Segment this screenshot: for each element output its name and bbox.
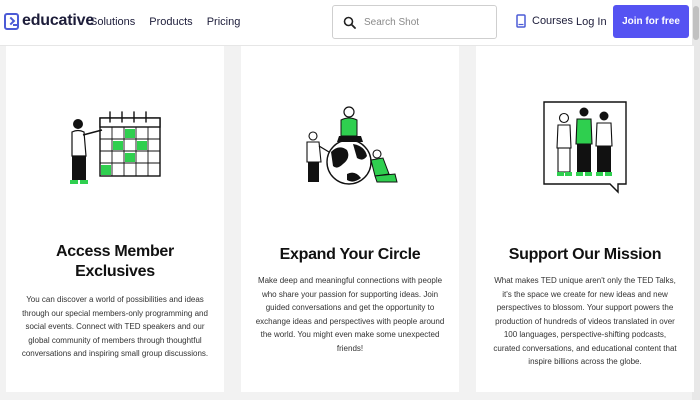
card-title-line-1: Access Member <box>56 243 174 260</box>
card-title: Support Our Mission <box>508 246 662 263</box>
card-description: Make deep and meaningful connections wit… <box>255 276 445 353</box>
calendar-illustration-icon <box>70 111 161 184</box>
card-title-line-2: Exclusives <box>75 263 155 280</box>
join-for-free-button[interactable]: Join for free <box>613 5 689 38</box>
globe-illustration-icon <box>306 106 398 185</box>
card-title: Expand Your Circle <box>279 246 421 263</box>
search-icon <box>343 16 356 29</box>
card-description: What makes TED unique aren't only the TE… <box>493 276 677 366</box>
search-input[interactable] <box>364 16 484 28</box>
top-nav-bar: educative Solutions Products Pricing Cou… <box>0 0 700 46</box>
logo[interactable]: educative <box>4 12 94 30</box>
login-link[interactable]: Log In <box>576 16 607 28</box>
card-description: You can discover a world of possibilitie… <box>21 295 209 358</box>
scrollbar-thumb[interactable] <box>693 6 699 40</box>
book-icon <box>516 14 526 28</box>
speech-bubble-illustration-icon <box>543 101 627 194</box>
card-expand-your-circle: Expand Your Circle Make deep and meaning… <box>241 46 459 392</box>
nav-pricing[interactable]: Pricing <box>207 16 241 28</box>
card-support-our-mission: Support Our Mission What makes TED uniqu… <box>476 46 694 392</box>
courses-label: Courses <box>532 15 573 27</box>
search-box[interactable] <box>332 5 497 39</box>
card-access-member-exclusives: Access Member Exclusives You can discove… <box>6 46 224 392</box>
card-title: Access Member Exclusives <box>6 242 224 282</box>
nav-products[interactable]: Products <box>149 16 192 28</box>
courses-link[interactable]: Courses <box>516 14 573 28</box>
logo-text: educative <box>22 12 95 29</box>
logo-icon <box>4 12 19 30</box>
nav-solutions[interactable]: Solutions <box>90 16 135 28</box>
main-nav: Solutions Products Pricing <box>90 16 240 28</box>
